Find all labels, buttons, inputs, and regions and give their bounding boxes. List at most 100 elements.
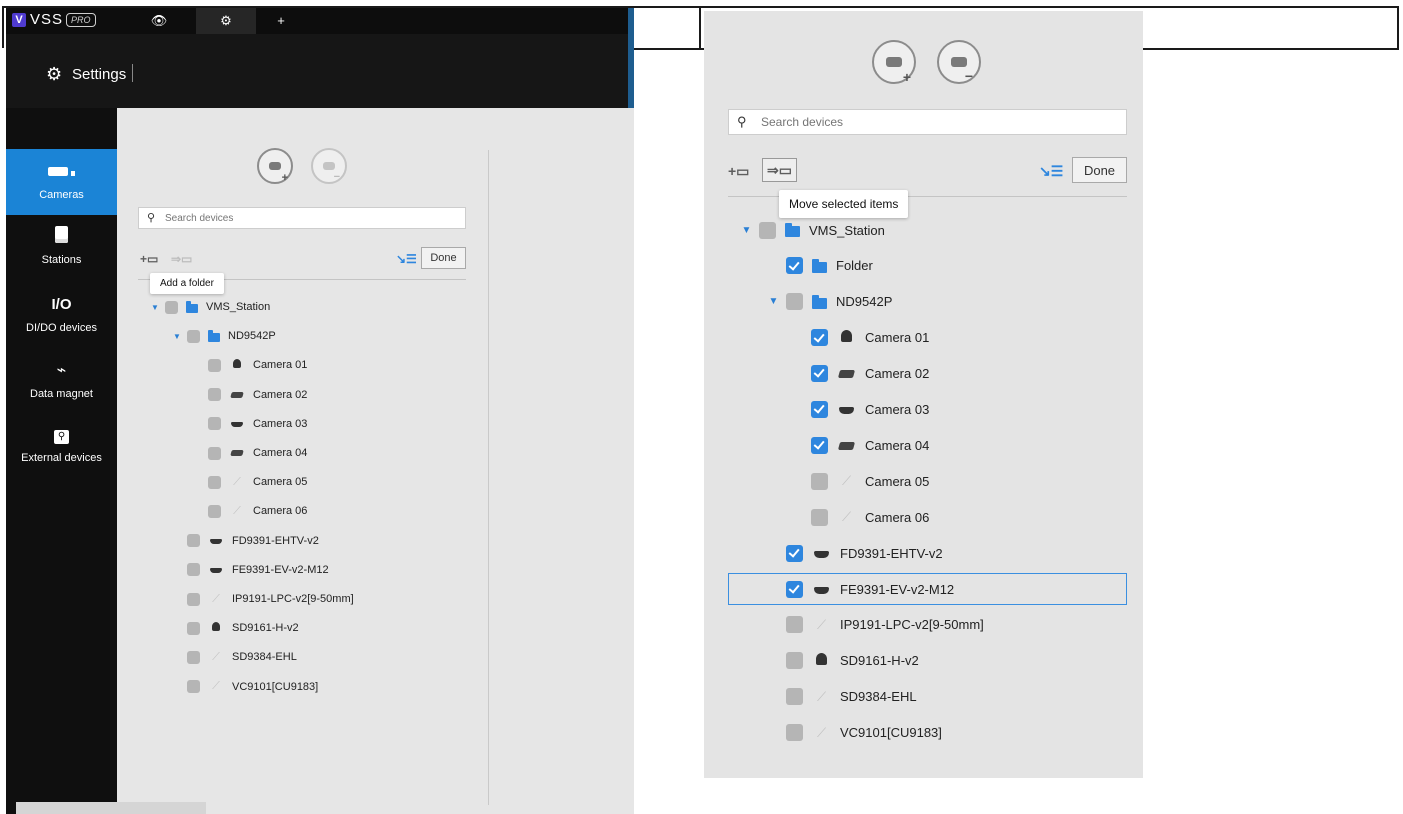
tree-row[interactable]: ▼ ND9542P [769,292,892,312]
tree-row[interactable]: ⟋ Camera 05 [208,473,307,491]
tree-row[interactable]: Camera 04 [208,444,307,462]
checkbox[interactable] [165,300,178,314]
tree-item-label: IP9191-LPC-v2[9-50mm] [840,617,984,633]
tree-row[interactable]: Camera 02 [811,364,929,384]
checkbox[interactable] [187,621,200,635]
checkbox[interactable] [811,365,828,383]
bullet-camera-icon [229,389,245,401]
add-camera-button[interactable]: + [872,40,916,85]
expand-arrow-icon[interactable]: ▼ [145,303,165,312]
expand-arrow-icon[interactable]: ▼ [167,332,187,341]
sidebar-nav: Cameras Stations I/O DI/DO devices ⌁ Dat… [6,108,117,814]
tab-add[interactable]: + [266,8,296,34]
remove-camera-button[interactable]: − [311,148,347,184]
checkbox[interactable] [187,329,200,343]
checkbox[interactable] [786,688,803,706]
tree-row[interactable]: ⟋ Camera 06 [208,502,307,520]
tree-row[interactable]: ⟋ IP9191-LPC-v2[9-50mm] [786,615,984,635]
tree-row[interactable]: ⟋ VC9101[CU9183] [187,678,318,696]
checkbox[interactable] [759,221,776,239]
tab-settings[interactable]: ⚙ [196,8,256,34]
checkbox[interactable] [811,401,828,418]
tree-row[interactable]: SD9161-H-v2 [786,651,919,671]
tree-row[interactable]: Camera 03 [208,415,307,433]
tree-row[interactable]: ⟋ VC9101[CU9183] [786,723,942,743]
station-icon [6,226,117,248]
tree-row[interactable]: SD9161-H-v2 [187,619,299,637]
remove-camera-button[interactable]: − [937,40,981,84]
sidebar-item-data-magnet[interactable]: ⌁ Data magnet [6,360,117,420]
device-panel: + − ⚲ +▭ ⇒▭ ↘☰ Done Add a folder ▼VMS_St… [117,108,634,814]
tree-row[interactable]: Camera 03 [811,400,929,420]
app-topbar: V VSS PRO 👁 ⚙ + [6,8,628,34]
checkbox[interactable] [786,652,803,670]
checkbox[interactable] [786,293,803,311]
checkbox[interactable] [208,446,221,460]
checkbox[interactable] [187,563,200,577]
checkbox[interactable] [208,388,221,402]
checkbox[interactable] [208,417,221,431]
tree-row[interactable]: ▼ ND9542P [173,327,276,345]
checkbox[interactable] [786,257,803,275]
checkbox[interactable] [208,475,221,489]
add-folder-icon[interactable]: +▭ [140,252,158,266]
tree-row[interactable]: FE9391-EV-v2-M12 [187,561,329,579]
checkbox[interactable] [811,472,828,490]
tree-row[interactable]: Camera 04 [811,435,929,455]
flat-dome-camera-icon [208,535,224,547]
sidebar-item-external-devices[interactable]: ⚲ External devices [6,424,117,484]
checkbox[interactable] [811,436,828,454]
tree-row[interactable]: Camera 01 [811,328,929,348]
search-box: ⚲ [728,109,1127,135]
checkbox[interactable] [187,650,200,664]
checkbox[interactable] [187,592,200,606]
checkbox[interactable] [208,358,221,372]
checkbox[interactable] [208,504,221,518]
tree-row[interactable]: Camera 02 [208,386,307,404]
checkbox[interactable] [187,534,200,548]
fisheye-camera-icon [208,564,224,576]
tree-row[interactable]: FD9391-EHTV-v2 [187,532,319,550]
checkbox[interactable] [187,680,200,694]
checkbox[interactable] [786,616,803,634]
search-input[interactable] [165,208,455,228]
checkbox[interactable] [811,329,828,347]
expand-arrow-icon[interactable]: ▼ [761,296,786,307]
sidebar-item-dido[interactable]: I/O DI/DO devices [6,294,117,354]
done-button[interactable]: Done [1072,157,1127,183]
flat-shape [231,421,243,427]
tree-row[interactable]: Camera 01 [208,356,307,374]
tab-live-view[interactable]: 👁 [134,8,184,34]
sidebar-item-stations[interactable]: Stations [6,226,117,286]
checkbox[interactable] [786,724,803,742]
expand-arrow-icon[interactable]: ▼ [734,225,759,236]
add-folder-icon[interactable]: +▭ [728,163,749,180]
tree-row[interactable]: ⟋ SD9384-EHL [187,648,297,666]
tree-row[interactable]: Folder [786,256,873,276]
tree-row[interactable]: ▼ VMS_Station [151,298,270,316]
tree-row[interactable]: ⟋ SD9384-EHL [786,687,917,707]
collapse-list-icon[interactable]: ↘☰ [396,252,417,266]
tree-row[interactable]: ⟋ Camera 05 [811,471,929,491]
data-magnet-icon: ⌁ [56,362,67,379]
tree-item-label: Camera 05 [865,473,930,489]
tree-row[interactable]: ▼ VMS_Station [742,220,885,240]
move-items-icon[interactable]: ⇒▭ [762,158,797,182]
sidebar-item-cameras[interactable]: Cameras [6,149,117,215]
checkbox[interactable] [811,508,828,526]
done-button[interactable]: Done [421,247,466,269]
tree-row[interactable]: ⟋ IP9191-LPC-v2[9-50mm] [187,590,354,608]
checkbox[interactable] [786,544,803,562]
collapse-list-icon[interactable]: ↘☰ [1039,163,1063,180]
tree-row[interactable]: ⟋ Camera 06 [811,507,929,527]
move-items-icon[interactable]: ⇒▭ [171,252,192,266]
tree-row[interactable]: FD9391-EHTV-v2 [786,543,943,563]
flat-dome-camera-icon [229,418,245,430]
add-camera-button[interactable]: + [257,148,293,184]
search-icon: ⚲ [147,212,156,224]
search-input[interactable] [761,110,1111,134]
flat-shape [814,550,829,558]
window-edge [628,8,634,108]
offline-slash: ⟋ [816,688,827,704]
app-logo-icon: V [12,13,26,27]
